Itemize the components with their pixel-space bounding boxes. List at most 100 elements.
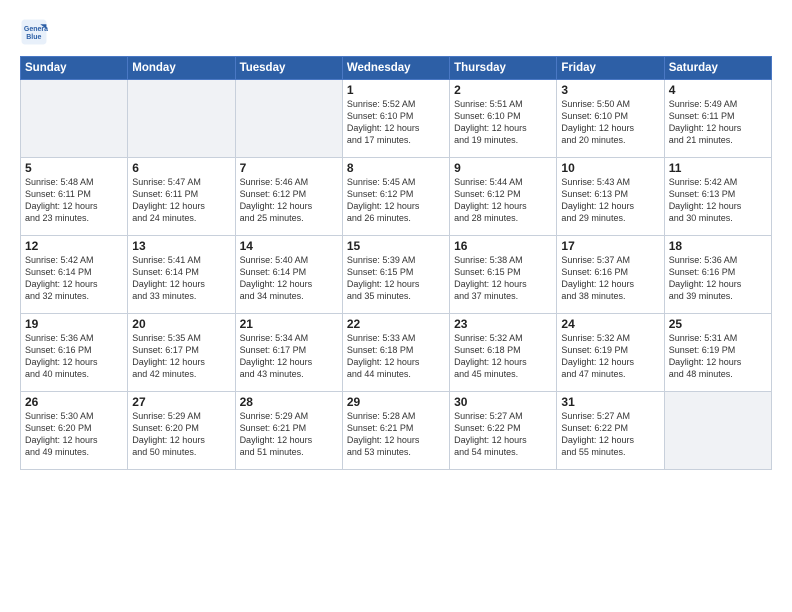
calendar-cell: 16Sunrise: 5:38 AM Sunset: 6:15 PM Dayli…	[450, 236, 557, 314]
calendar-cell: 18Sunrise: 5:36 AM Sunset: 6:16 PM Dayli…	[664, 236, 771, 314]
day-number: 15	[347, 239, 445, 253]
day-info: Sunrise: 5:33 AM Sunset: 6:18 PM Dayligh…	[347, 332, 445, 381]
day-info: Sunrise: 5:41 AM Sunset: 6:14 PM Dayligh…	[132, 254, 230, 303]
calendar-day-header: Sunday	[21, 57, 128, 80]
calendar-cell: 6Sunrise: 5:47 AM Sunset: 6:11 PM Daylig…	[128, 158, 235, 236]
day-number: 10	[561, 161, 659, 175]
day-info: Sunrise: 5:42 AM Sunset: 6:13 PM Dayligh…	[669, 176, 767, 225]
calendar-cell: 10Sunrise: 5:43 AM Sunset: 6:13 PM Dayli…	[557, 158, 664, 236]
calendar-cell	[21, 80, 128, 158]
page-header: General Blue	[20, 18, 772, 46]
calendar-week-row: 19Sunrise: 5:36 AM Sunset: 6:16 PM Dayli…	[21, 314, 772, 392]
calendar-week-row: 5Sunrise: 5:48 AM Sunset: 6:11 PM Daylig…	[21, 158, 772, 236]
calendar-cell: 12Sunrise: 5:42 AM Sunset: 6:14 PM Dayli…	[21, 236, 128, 314]
day-info: Sunrise: 5:34 AM Sunset: 6:17 PM Dayligh…	[240, 332, 338, 381]
calendar-cell: 25Sunrise: 5:31 AM Sunset: 6:19 PM Dayli…	[664, 314, 771, 392]
calendar-cell: 8Sunrise: 5:45 AM Sunset: 6:12 PM Daylig…	[342, 158, 449, 236]
day-info: Sunrise: 5:32 AM Sunset: 6:18 PM Dayligh…	[454, 332, 552, 381]
calendar-cell: 5Sunrise: 5:48 AM Sunset: 6:11 PM Daylig…	[21, 158, 128, 236]
day-info: Sunrise: 5:28 AM Sunset: 6:21 PM Dayligh…	[347, 410, 445, 459]
logo: General Blue	[20, 18, 52, 46]
calendar-page: General Blue SundayMondayTuesdayWednesda…	[0, 0, 792, 612]
day-number: 20	[132, 317, 230, 331]
calendar-day-header: Tuesday	[235, 57, 342, 80]
calendar-cell: 22Sunrise: 5:33 AM Sunset: 6:18 PM Dayli…	[342, 314, 449, 392]
day-number: 30	[454, 395, 552, 409]
day-number: 9	[454, 161, 552, 175]
day-info: Sunrise: 5:49 AM Sunset: 6:11 PM Dayligh…	[669, 98, 767, 147]
calendar-cell: 17Sunrise: 5:37 AM Sunset: 6:16 PM Dayli…	[557, 236, 664, 314]
day-number: 2	[454, 83, 552, 97]
day-info: Sunrise: 5:44 AM Sunset: 6:12 PM Dayligh…	[454, 176, 552, 225]
day-info: Sunrise: 5:43 AM Sunset: 6:13 PM Dayligh…	[561, 176, 659, 225]
day-info: Sunrise: 5:27 AM Sunset: 6:22 PM Dayligh…	[561, 410, 659, 459]
day-number: 28	[240, 395, 338, 409]
day-number: 12	[25, 239, 123, 253]
day-info: Sunrise: 5:30 AM Sunset: 6:20 PM Dayligh…	[25, 410, 123, 459]
calendar-cell: 31Sunrise: 5:27 AM Sunset: 6:22 PM Dayli…	[557, 392, 664, 470]
day-number: 17	[561, 239, 659, 253]
calendar-cell: 20Sunrise: 5:35 AM Sunset: 6:17 PM Dayli…	[128, 314, 235, 392]
svg-text:Blue: Blue	[26, 34, 41, 41]
day-info: Sunrise: 5:35 AM Sunset: 6:17 PM Dayligh…	[132, 332, 230, 381]
day-info: Sunrise: 5:37 AM Sunset: 6:16 PM Dayligh…	[561, 254, 659, 303]
day-info: Sunrise: 5:52 AM Sunset: 6:10 PM Dayligh…	[347, 98, 445, 147]
calendar-table: SundayMondayTuesdayWednesdayThursdayFrid…	[20, 56, 772, 470]
day-info: Sunrise: 5:39 AM Sunset: 6:15 PM Dayligh…	[347, 254, 445, 303]
calendar-cell: 29Sunrise: 5:28 AM Sunset: 6:21 PM Dayli…	[342, 392, 449, 470]
day-info: Sunrise: 5:45 AM Sunset: 6:12 PM Dayligh…	[347, 176, 445, 225]
calendar-cell: 14Sunrise: 5:40 AM Sunset: 6:14 PM Dayli…	[235, 236, 342, 314]
calendar-day-header: Saturday	[664, 57, 771, 80]
calendar-header-row: SundayMondayTuesdayWednesdayThursdayFrid…	[21, 57, 772, 80]
day-number: 26	[25, 395, 123, 409]
calendar-cell: 11Sunrise: 5:42 AM Sunset: 6:13 PM Dayli…	[664, 158, 771, 236]
day-info: Sunrise: 5:27 AM Sunset: 6:22 PM Dayligh…	[454, 410, 552, 459]
day-info: Sunrise: 5:29 AM Sunset: 6:20 PM Dayligh…	[132, 410, 230, 459]
calendar-week-row: 12Sunrise: 5:42 AM Sunset: 6:14 PM Dayli…	[21, 236, 772, 314]
day-info: Sunrise: 5:36 AM Sunset: 6:16 PM Dayligh…	[669, 254, 767, 303]
calendar-cell	[664, 392, 771, 470]
calendar-cell: 21Sunrise: 5:34 AM Sunset: 6:17 PM Dayli…	[235, 314, 342, 392]
day-number: 23	[454, 317, 552, 331]
calendar-day-header: Monday	[128, 57, 235, 80]
day-number: 14	[240, 239, 338, 253]
calendar-week-row: 1Sunrise: 5:52 AM Sunset: 6:10 PM Daylig…	[21, 80, 772, 158]
day-number: 7	[240, 161, 338, 175]
day-number: 19	[25, 317, 123, 331]
day-info: Sunrise: 5:48 AM Sunset: 6:11 PM Dayligh…	[25, 176, 123, 225]
day-info: Sunrise: 5:31 AM Sunset: 6:19 PM Dayligh…	[669, 332, 767, 381]
day-number: 22	[347, 317, 445, 331]
calendar-cell: 23Sunrise: 5:32 AM Sunset: 6:18 PM Dayli…	[450, 314, 557, 392]
day-info: Sunrise: 5:51 AM Sunset: 6:10 PM Dayligh…	[454, 98, 552, 147]
calendar-cell: 1Sunrise: 5:52 AM Sunset: 6:10 PM Daylig…	[342, 80, 449, 158]
day-number: 6	[132, 161, 230, 175]
calendar-cell: 28Sunrise: 5:29 AM Sunset: 6:21 PM Dayli…	[235, 392, 342, 470]
day-info: Sunrise: 5:42 AM Sunset: 6:14 PM Dayligh…	[25, 254, 123, 303]
calendar-cell: 7Sunrise: 5:46 AM Sunset: 6:12 PM Daylig…	[235, 158, 342, 236]
day-number: 11	[669, 161, 767, 175]
calendar-week-row: 26Sunrise: 5:30 AM Sunset: 6:20 PM Dayli…	[21, 392, 772, 470]
day-info: Sunrise: 5:46 AM Sunset: 6:12 PM Dayligh…	[240, 176, 338, 225]
calendar-day-header: Thursday	[450, 57, 557, 80]
day-info: Sunrise: 5:38 AM Sunset: 6:15 PM Dayligh…	[454, 254, 552, 303]
day-number: 31	[561, 395, 659, 409]
day-number: 4	[669, 83, 767, 97]
logo-icon: General Blue	[20, 18, 48, 46]
day-info: Sunrise: 5:47 AM Sunset: 6:11 PM Dayligh…	[132, 176, 230, 225]
day-number: 27	[132, 395, 230, 409]
calendar-cell: 30Sunrise: 5:27 AM Sunset: 6:22 PM Dayli…	[450, 392, 557, 470]
day-info: Sunrise: 5:50 AM Sunset: 6:10 PM Dayligh…	[561, 98, 659, 147]
day-info: Sunrise: 5:29 AM Sunset: 6:21 PM Dayligh…	[240, 410, 338, 459]
calendar-cell: 3Sunrise: 5:50 AM Sunset: 6:10 PM Daylig…	[557, 80, 664, 158]
day-info: Sunrise: 5:40 AM Sunset: 6:14 PM Dayligh…	[240, 254, 338, 303]
calendar-cell: 19Sunrise: 5:36 AM Sunset: 6:16 PM Dayli…	[21, 314, 128, 392]
day-number: 13	[132, 239, 230, 253]
calendar-day-header: Wednesday	[342, 57, 449, 80]
day-info: Sunrise: 5:36 AM Sunset: 6:16 PM Dayligh…	[25, 332, 123, 381]
day-number: 16	[454, 239, 552, 253]
calendar-cell	[235, 80, 342, 158]
calendar-cell: 27Sunrise: 5:29 AM Sunset: 6:20 PM Dayli…	[128, 392, 235, 470]
calendar-cell: 4Sunrise: 5:49 AM Sunset: 6:11 PM Daylig…	[664, 80, 771, 158]
calendar-cell: 9Sunrise: 5:44 AM Sunset: 6:12 PM Daylig…	[450, 158, 557, 236]
calendar-cell: 2Sunrise: 5:51 AM Sunset: 6:10 PM Daylig…	[450, 80, 557, 158]
